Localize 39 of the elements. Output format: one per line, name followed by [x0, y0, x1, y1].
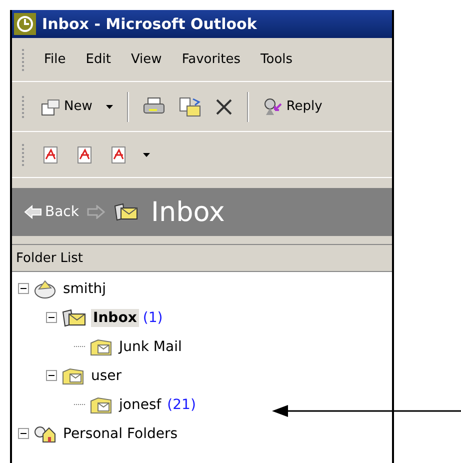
folder-item[interactable]: Inbox: [91, 308, 139, 326]
folder-list-header: Folder List: [12, 245, 392, 272]
reply-person-icon: [263, 98, 284, 116]
inbox-folder-icon: [113, 202, 139, 222]
folder-item[interactable]: Personal Folders: [61, 424, 180, 442]
inbox-folder-icon: [61, 308, 87, 328]
unread-count: (1): [142, 310, 163, 326]
mailbox-icon: [33, 278, 57, 298]
folder-item[interactable]: Junk Mail: [117, 338, 184, 356]
folder-item[interactable]: user: [89, 366, 124, 384]
collapse-icon[interactable]: [18, 283, 29, 294]
mail-folder-icon: [61, 366, 85, 386]
menu-item[interactable]: Tools: [258, 50, 296, 69]
folder-item[interactable]: jonesf: [117, 396, 164, 414]
new-button[interactable]: New: [41, 98, 92, 116]
menu-item[interactable]: Edit: [82, 50, 114, 69]
collapse-icon[interactable]: [46, 312, 57, 323]
mail-folder-icon: [89, 394, 113, 414]
print-icon[interactable]: [143, 96, 166, 116]
caret-icon[interactable]: [106, 104, 114, 108]
collapse-icon[interactable]: [18, 428, 29, 439]
back-button[interactable]: Back: [24, 204, 79, 220]
collapse-icon[interactable]: [46, 370, 57, 381]
back-arrow-icon: [24, 205, 42, 219]
move-to-folder-icon[interactable]: [179, 96, 202, 116]
menu-item[interactable]: View: [128, 50, 165, 69]
house-folder-icon: [33, 424, 57, 444]
unread-count: (21): [167, 396, 196, 412]
folder-title: Inbox: [151, 196, 225, 228]
app-logo-icon: [14, 13, 36, 35]
reply-button[interactable]: Reply: [263, 98, 322, 116]
menu-item[interactable]: File: [41, 50, 69, 69]
window-title: Inbox - Microsoft Outlook: [42, 15, 257, 33]
folder-item[interactable]: smithj: [61, 280, 108, 298]
new-message-icon: [41, 98, 61, 116]
menu-item[interactable]: Favorites: [178, 50, 244, 69]
delete-icon[interactable]: [215, 98, 234, 116]
mail-folder-icon: [89, 336, 113, 356]
caret-icon[interactable]: [143, 152, 150, 156]
